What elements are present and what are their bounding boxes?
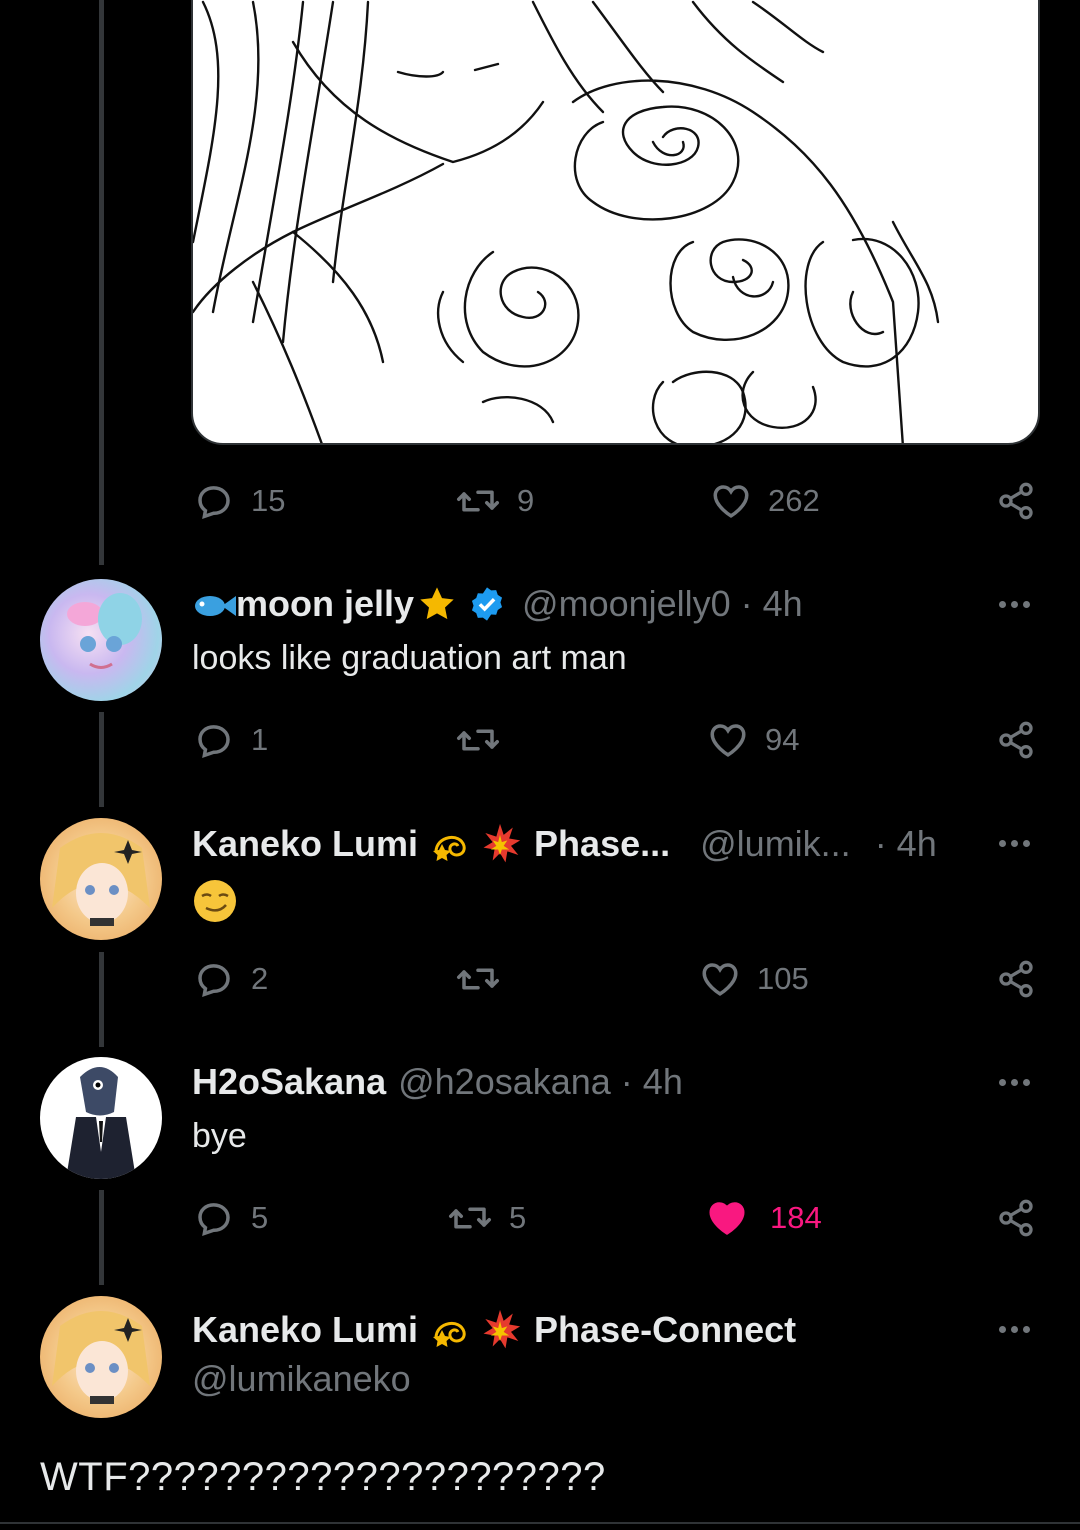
collision-emoji xyxy=(478,822,522,866)
fish-emoji xyxy=(192,586,236,622)
reply-button[interactable]: 2 xyxy=(193,958,268,1000)
display-name[interactable]: moon jelly xyxy=(236,583,414,625)
affiliation[interactable]: Phase... xyxy=(534,823,670,865)
like-icon xyxy=(710,724,746,757)
handle[interactable]: @h2osakana · 4h xyxy=(398,1061,683,1103)
reply-icon xyxy=(198,725,230,759)
handle[interactable]: @moonjelly0 · 4h xyxy=(522,583,803,625)
divider xyxy=(0,1522,1080,1524)
post-text: WTF????????????????????? xyxy=(40,1455,606,1499)
thread-line xyxy=(99,952,104,1047)
avatar[interactable] xyxy=(40,1296,162,1418)
avatar[interactable] xyxy=(40,1057,162,1179)
repost-button[interactable] xyxy=(455,719,517,761)
verified-icon xyxy=(468,585,506,623)
share-icon xyxy=(999,721,1033,759)
share-button[interactable] xyxy=(996,958,1036,1000)
avatar[interactable] xyxy=(40,818,162,940)
thread-line xyxy=(99,712,104,807)
like-count: 262 xyxy=(768,483,820,518)
reply-count: 15 xyxy=(251,483,286,518)
like-button[interactable]: 94 xyxy=(707,719,799,761)
repost-icon xyxy=(449,1207,491,1229)
share-icon xyxy=(999,960,1033,998)
affiliation[interactable]: Phase-Connect xyxy=(534,1309,796,1351)
thread-line xyxy=(99,1190,104,1285)
share-button[interactable] xyxy=(996,480,1036,522)
sketch-drawing xyxy=(193,0,940,443)
like-icon xyxy=(713,485,749,518)
reply-icon xyxy=(198,1203,230,1237)
repost-button[interactable]: 9 xyxy=(455,480,534,522)
avatar[interactable] xyxy=(40,579,162,701)
like-count: 184 xyxy=(770,1200,822,1235)
like-count: 105 xyxy=(757,961,809,996)
display-name[interactable]: Kaneko Lumi xyxy=(192,1309,418,1351)
post-image[interactable] xyxy=(191,0,1040,445)
reply-count: 5 xyxy=(251,1200,269,1235)
more-icon[interactable] xyxy=(999,1326,1030,1333)
like-button[interactable]: 262 xyxy=(710,480,820,522)
share-button[interactable] xyxy=(996,1197,1036,1239)
smirk-emoji xyxy=(194,880,236,922)
dizzy-emoji xyxy=(430,824,474,864)
handle[interactable]: @lumik... xyxy=(700,823,851,865)
reply-button[interactable]: 1 xyxy=(193,719,268,761)
handle[interactable]: @lumikaneko xyxy=(192,1358,411,1400)
reply-header: H2oSakana @h2osakana · 4h xyxy=(192,1061,683,1103)
like-button[interactable]: 184 xyxy=(706,1197,822,1239)
repost-button[interactable]: 5 xyxy=(447,1197,526,1239)
thread-line xyxy=(99,0,104,565)
collision-emoji xyxy=(478,1308,522,1352)
star-emoji xyxy=(416,584,458,624)
share-icon xyxy=(999,482,1033,520)
reply-button[interactable]: 5 xyxy=(193,1197,268,1239)
more-icon[interactable] xyxy=(999,1079,1030,1086)
more-icon[interactable] xyxy=(999,601,1030,608)
more-icon[interactable] xyxy=(999,840,1030,847)
repost-button[interactable] xyxy=(455,958,517,1000)
reply-text: bye xyxy=(192,1117,247,1155)
reply-button[interactable]: 15 xyxy=(193,480,285,522)
repost-count: 9 xyxy=(517,483,535,518)
like-button[interactable]: 105 xyxy=(699,958,809,1000)
like-icon xyxy=(702,963,738,996)
repost-icon xyxy=(457,968,499,990)
like-count: 94 xyxy=(765,722,800,757)
reply-icon xyxy=(198,964,230,998)
display-name[interactable]: Kaneko Lumi xyxy=(192,823,418,865)
reply-header: moon jelly @moonjelly0 · 4h xyxy=(192,583,803,625)
timestamp[interactable]: · 4h xyxy=(875,823,937,865)
reply-count: 1 xyxy=(251,722,269,757)
repost-icon xyxy=(457,729,499,751)
reply-text: 😏 xyxy=(192,878,238,933)
repost-count: 5 xyxy=(509,1200,527,1235)
share-button[interactable] xyxy=(996,719,1036,761)
reply-icon xyxy=(198,486,230,520)
reply-count: 2 xyxy=(251,961,269,996)
post-header: Kaneko Lumi Phase-Connect xyxy=(192,1308,796,1352)
dizzy-emoji xyxy=(430,1310,474,1350)
repost-icon xyxy=(457,490,499,512)
display-name[interactable]: H2oSakana xyxy=(192,1061,386,1103)
reply-text: looks like graduation art man xyxy=(192,639,627,677)
like-icon xyxy=(709,1202,745,1235)
reply-header: Kaneko Lumi Phase... @lumik... · 4h xyxy=(192,822,937,866)
share-icon xyxy=(999,1199,1033,1237)
